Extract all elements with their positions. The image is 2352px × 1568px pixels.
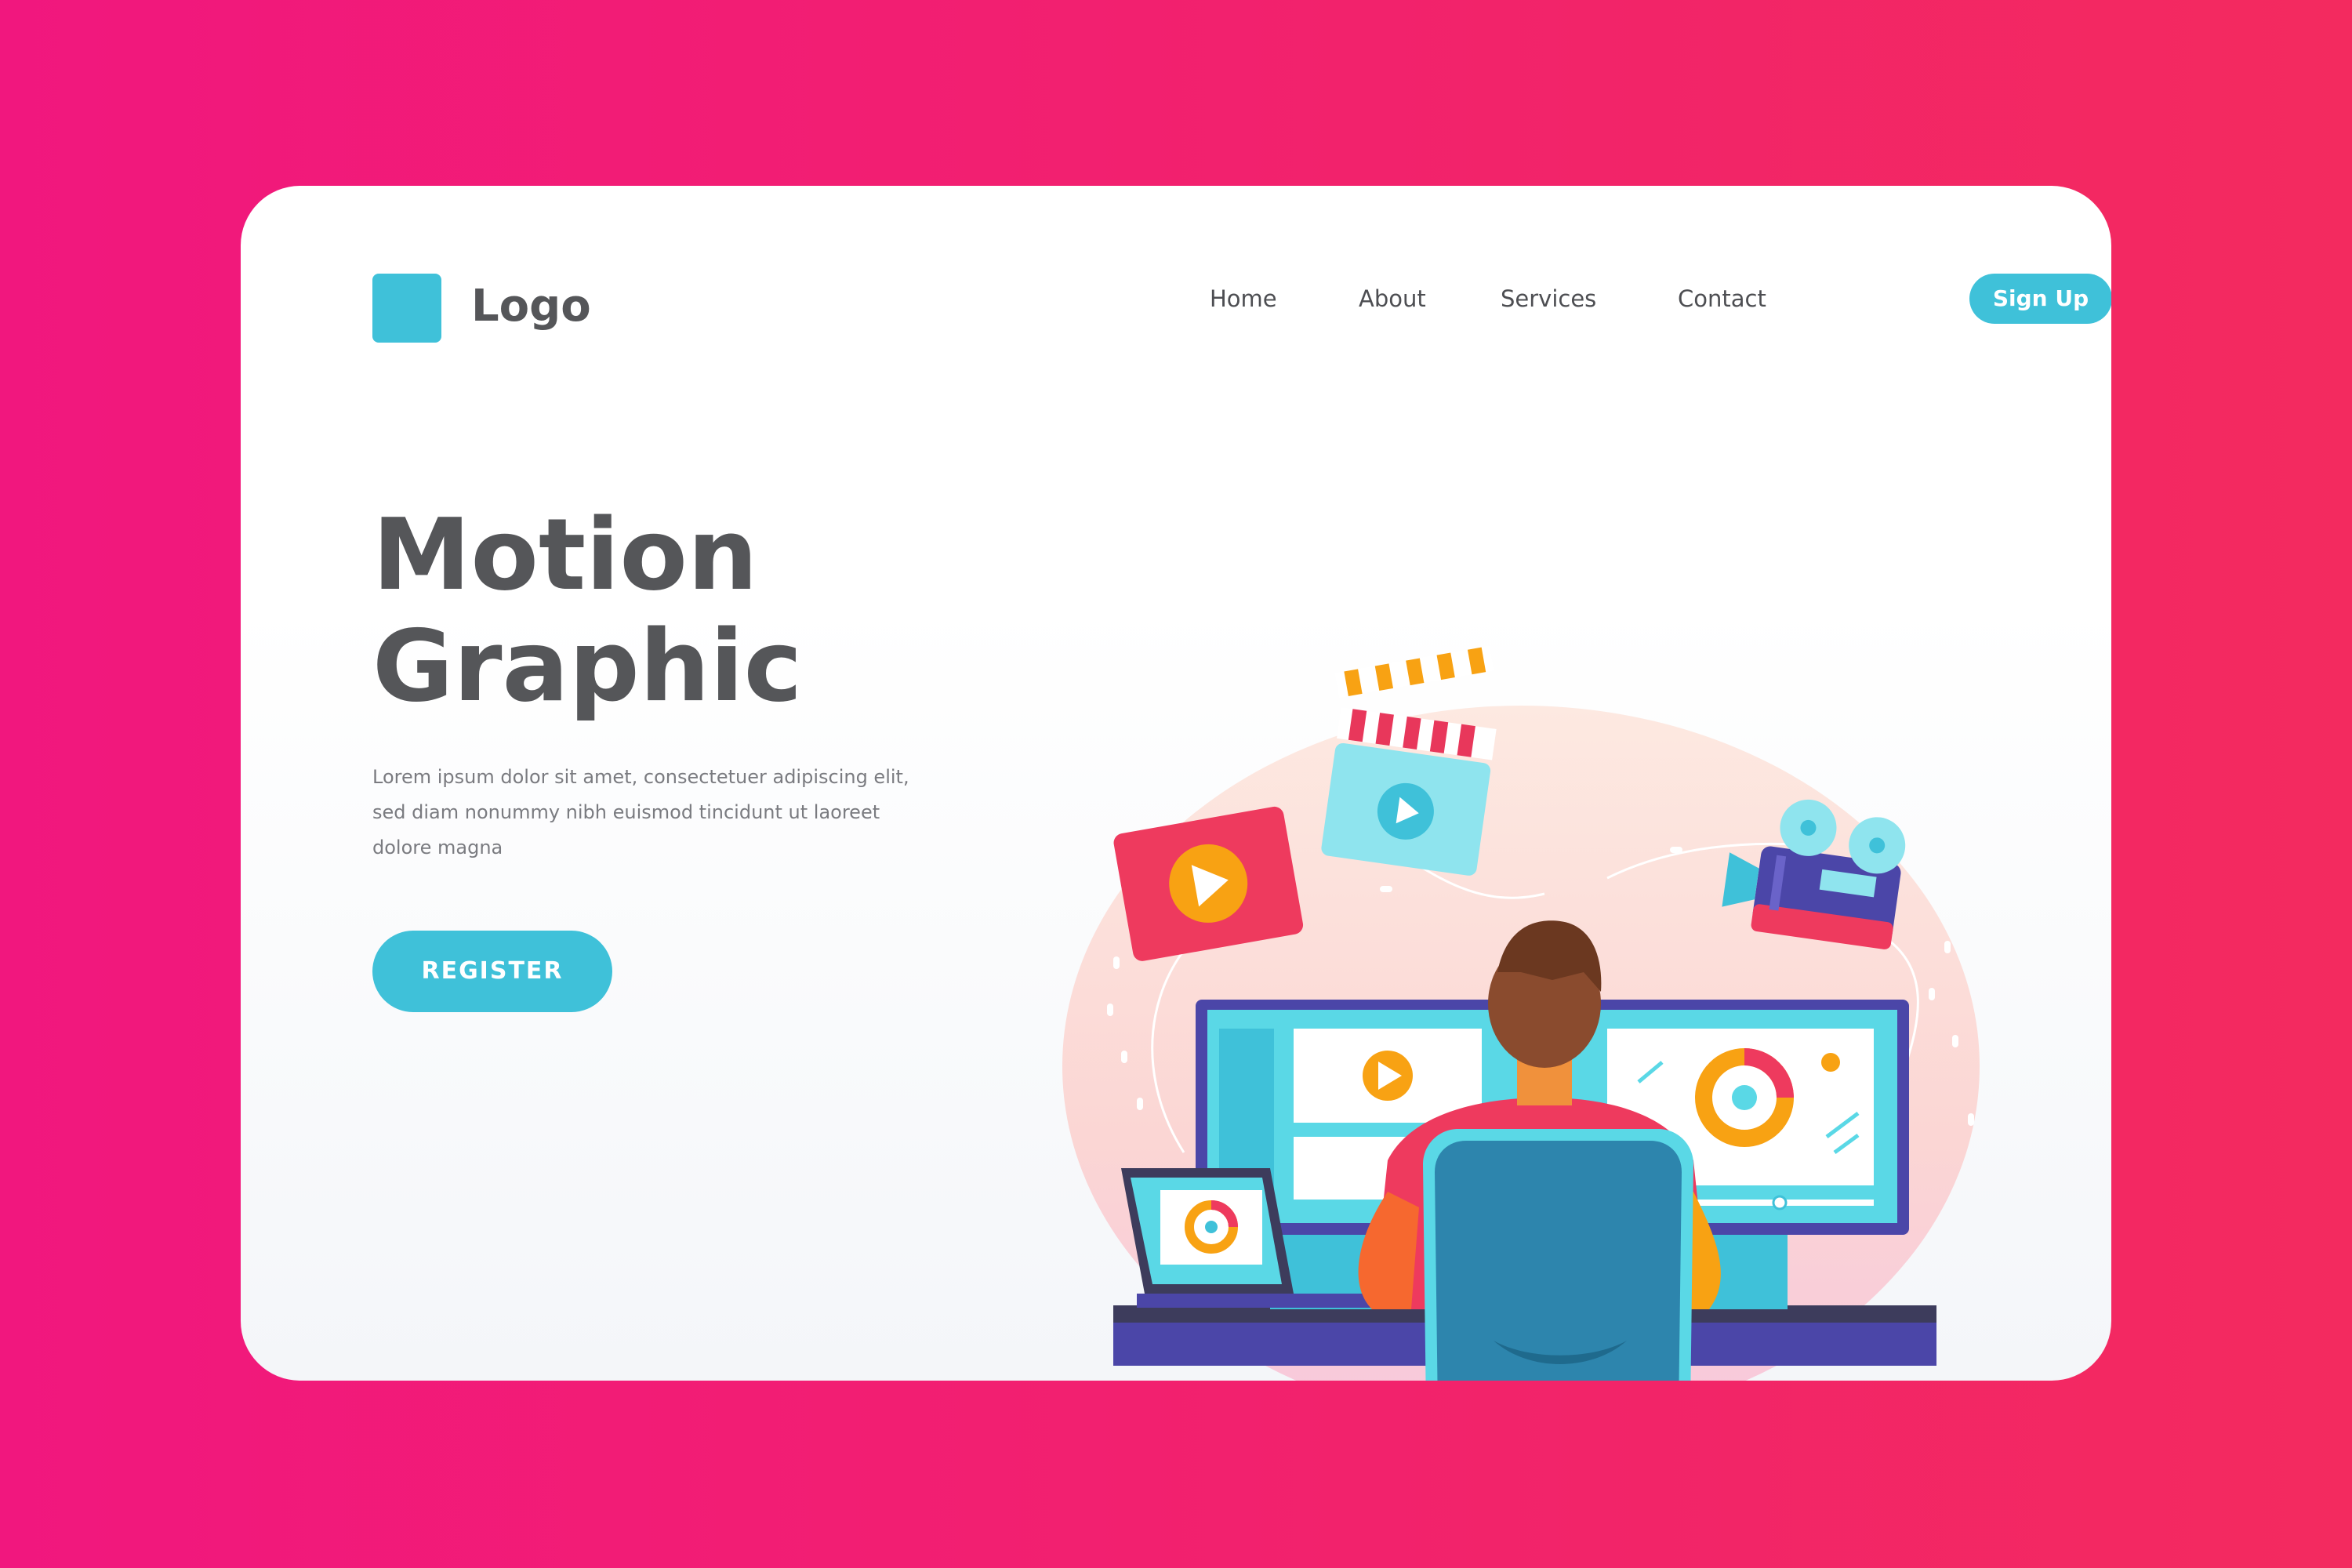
hero-title-line1: Motion — [372, 497, 758, 612]
main-nav: Home About Services Contact Sign Up — [1166, 274, 2111, 324]
nav-services[interactable]: Services — [1501, 274, 1596, 324]
hero-description-line: sed diam nonummy nibh euismod tincidunt … — [372, 801, 880, 823]
hero-description-line: dolore magna — [372, 837, 503, 858]
register-button[interactable]: REGISTER — [372, 931, 612, 1012]
office-chair-icon — [1423, 1129, 1693, 1381]
hero-description-line: Lorem ipsum dolor sit amet, consectetuer… — [372, 766, 909, 788]
nav-home[interactable]: Home — [1210, 274, 1277, 324]
nav-contact[interactable]: Contact — [1678, 274, 1766, 324]
nav-about[interactable]: About — [1359, 274, 1426, 324]
logo-text[interactable]: Logo — [471, 278, 591, 335]
landing-card: Logo Home About Services Contact Sign Up… — [241, 186, 2111, 1381]
hero-description: Lorem ipsum dolor sit amet, consectetuer… — [372, 760, 937, 866]
hero-title-line2: Graphic — [372, 608, 803, 724]
motion-graphic-illustration — [1062, 645, 1980, 1381]
hero-title: Motion Graphic — [372, 499, 802, 722]
sign-up-button[interactable]: Sign Up — [1969, 274, 2111, 324]
logo-icon[interactable] — [372, 274, 441, 343]
